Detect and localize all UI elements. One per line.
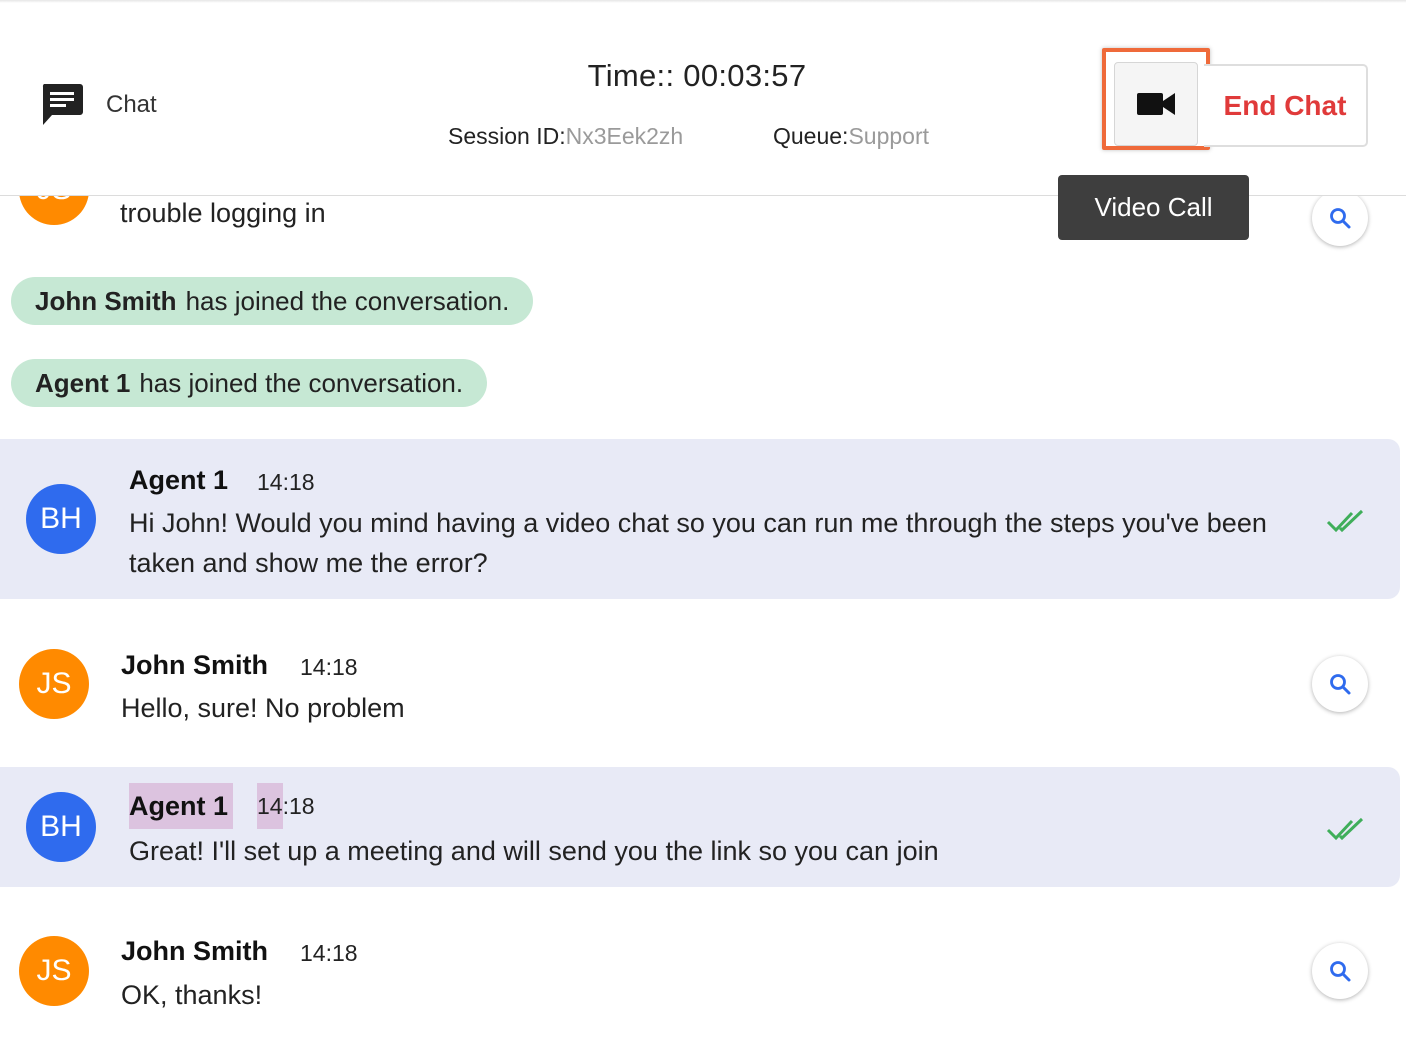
session-id-value: Nx3Eek2zh — [565, 123, 684, 149]
avatar: BH — [26, 792, 96, 862]
avatar: JS — [19, 649, 89, 719]
message-time: 14:18 — [300, 940, 358, 966]
message-author: John Smith — [121, 650, 268, 680]
queue-info: Queue:Support — [773, 123, 929, 150]
message-time: 14:18 — [257, 783, 315, 829]
message-row-agent: BH Agent 1 14:18 Great! I'll set up a me… — [0, 767, 1400, 887]
read-receipt-icon — [1326, 509, 1364, 533]
message-row-customer: JS John Smith 14:18 OK, thanks! — [0, 908, 1400, 1038]
system-message-name: John Smith — [35, 285, 177, 316]
message-text: trouble logging in — [120, 198, 326, 228]
chat-header: Chat Time:: 00:03:57 Session ID:Nx3Eek2z… — [0, 0, 1406, 196]
message-row-customer: JS John Smith 14:18 Hello, sure! No prob… — [0, 620, 1400, 750]
queue-label: Queue: — [773, 123, 849, 149]
video-call-button[interactable] — [1114, 62, 1198, 146]
chat-tab[interactable]: Chat — [40, 82, 157, 128]
session-id: Session ID:Nx3Eek2zh — [448, 123, 683, 150]
message-text: Hi John! Would you mind having a video c… — [129, 508, 1267, 578]
search-message-button[interactable] — [1312, 190, 1368, 246]
session-id-label: Session ID: — [448, 123, 566, 149]
search-icon — [1330, 208, 1351, 229]
avatar: JS — [19, 936, 89, 1006]
queue-value: Support — [848, 123, 930, 149]
search-message-button[interactable] — [1312, 943, 1368, 999]
system-message: John Smith has joined the conversation. — [11, 277, 534, 325]
system-message-text: has joined the conversation. — [139, 367, 464, 398]
message-time-highlight: 14 — [257, 783, 283, 829]
system-message-name: Agent 1 — [35, 367, 131, 398]
video-call-tooltip: Video Call — [1058, 175, 1249, 240]
message-text: OK, thanks! — [121, 980, 263, 1010]
avatar: BH — [26, 484, 96, 554]
message-time: 14:18 — [257, 469, 315, 495]
session-timer: Time:: 00:03:57 — [587, 58, 807, 93]
system-message: Agent 1 has joined the conversation. — [11, 359, 488, 407]
search-message-button[interactable] — [1312, 656, 1368, 712]
chat-icon — [42, 84, 83, 125]
search-icon — [1330, 961, 1351, 982]
read-receipt-icon — [1326, 817, 1364, 841]
message-author: Agent 1 — [129, 465, 229, 495]
header-divider — [0, 0, 1406, 3]
video-camera-icon — [1137, 93, 1175, 115]
message-row-agent: BH Agent 1 14:18 Hi John! Would you mind… — [0, 439, 1400, 599]
message-author: John Smith — [121, 936, 268, 966]
message-time: 14:18 — [300, 654, 358, 680]
search-icon — [1330, 674, 1351, 695]
message-author: Agent 1 — [129, 783, 233, 829]
message-text: Hello, sure! No problem — [121, 693, 405, 723]
message-time-rest: :18 — [282, 793, 315, 819]
message-text: Great! I'll set up a meeting and will se… — [129, 836, 939, 866]
end-chat-button[interactable]: End Chat — [1204, 64, 1368, 147]
system-message-text: has joined the conversation. — [185, 285, 510, 316]
chat-tab-label: Chat — [106, 91, 157, 118]
